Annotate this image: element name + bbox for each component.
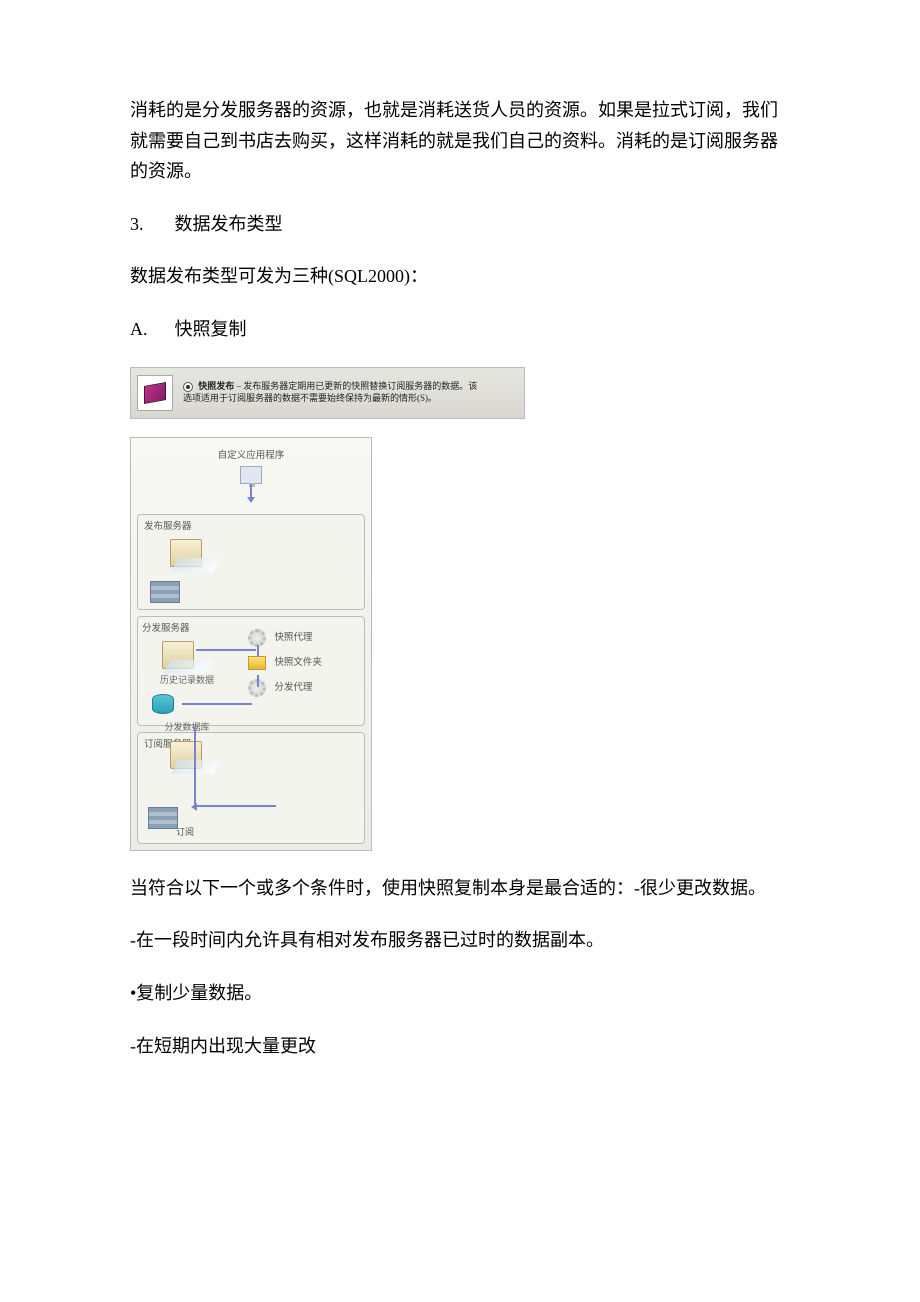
server-icon: [162, 641, 194, 669]
snapshot-agent-label: 快照代理: [274, 630, 312, 646]
publisher-label: 发布服务器: [144, 519, 358, 535]
list-number-3: 3.: [130, 209, 170, 240]
arrow-down-icon: [250, 484, 252, 502]
database-stack-icon: [148, 807, 178, 829]
custom-app-label: 自定义应用程序: [143, 448, 359, 464]
topology-app-segment: 自定义应用程序: [137, 444, 365, 508]
figure-replication-topology: 自定义应用程序 发布服务器 分发服务器 历史记录数据 分发数据库 快照代理 快照…: [130, 437, 372, 851]
list-number-A: A.: [130, 314, 170, 345]
server-icon: [170, 539, 202, 567]
folder-icon: [248, 656, 266, 670]
database-cylinder-icon: [152, 694, 174, 714]
snapshot-option-description: 快照发布 – 发布服务器定期用已更新的快照替换订阅服务器的数据。该 选项适用于订…: [183, 381, 477, 404]
radio-icon: [183, 382, 193, 392]
flow-arrow-icon: [194, 727, 276, 807]
paragraph-types-intro: 数据发布类型可发为三种(SQL2000)：: [130, 261, 790, 292]
list-text-A: 快照复制: [175, 319, 247, 339]
snapshot-option-desc-line2: 选项适用于订阅服务器的数据不需要始终保持为最新的情形(S)。: [183, 393, 437, 403]
bullet-small-data: •复制少量数据。: [130, 978, 790, 1009]
snapshot-folder-label: 快照文件夹: [274, 655, 322, 671]
monitor-icon: [240, 466, 262, 484]
bullet-outdated-copy: -在一段时间内允许具有相对发布服务器已过时的数据副本。: [130, 925, 790, 956]
list-item-3: 3. 数据发布类型: [130, 209, 790, 240]
topology-distributor-segment: 分发服务器 历史记录数据 分发数据库 快照代理 快照文件夹 分发代理: [137, 616, 365, 726]
topology-subscriber-segment: 订阅服务器 订阅: [137, 732, 365, 844]
list-item-A: A. 快照复制: [130, 314, 790, 345]
snapshot-option-title: 快照发布: [198, 381, 234, 391]
list-text-3: 数据发布类型: [175, 214, 283, 234]
database-stack-icon: [150, 581, 180, 603]
figure-snapshot-option-banner: 快照发布 – 发布服务器定期用已更新的快照替换订阅服务器的数据。该 选项适用于订…: [130, 367, 525, 419]
snapshot-option-desc-line1: – 发布服务器定期用已更新的快照替换订阅服务器的数据。该: [234, 381, 477, 391]
history-data-label: 历史记录数据: [142, 673, 232, 688]
bullet-burst-changes: -在短期内出现大量更改: [130, 1031, 790, 1062]
paragraph-resource: 消耗的是分发服务器的资源，也就是消耗送货人员的资源。如果是拉式订阅，我们就需要自…: [130, 95, 790, 187]
book-icon: [137, 375, 173, 411]
topology-publisher-segment: 发布服务器: [137, 514, 365, 610]
distributor-label: 分发服务器: [142, 621, 232, 637]
paragraph-conditions-intro: 当符合以下一个或多个条件时，使用快照复制本身是最合适的：-很少更改数据。: [130, 873, 790, 904]
distribution-agent-label: 分发代理: [274, 680, 312, 696]
subscription-caption: 订阅: [176, 825, 194, 840]
